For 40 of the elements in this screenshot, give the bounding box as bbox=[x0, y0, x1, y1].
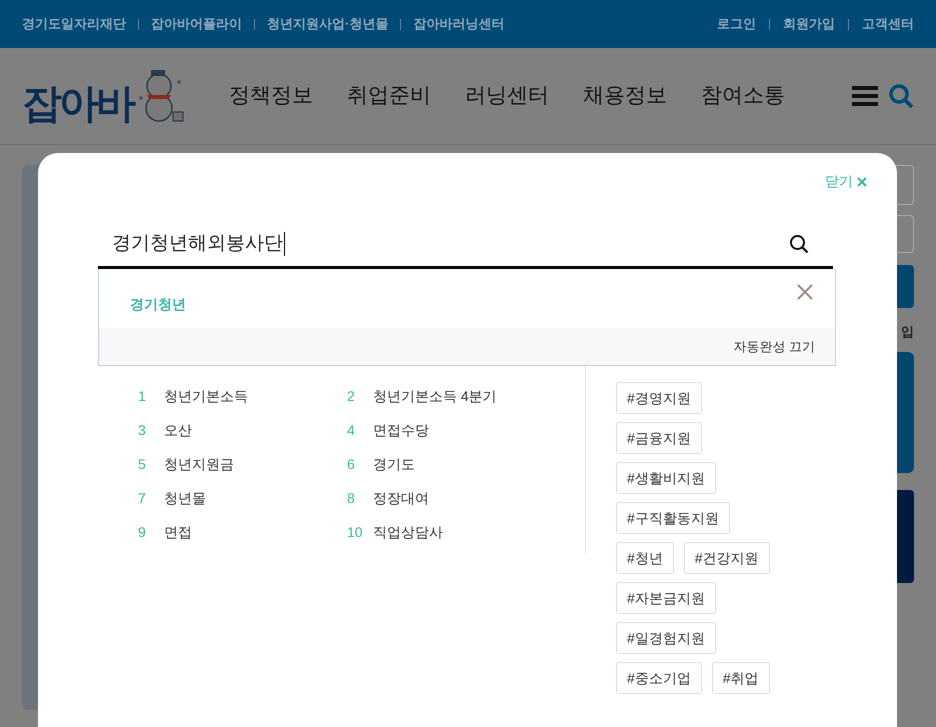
tag-chip[interactable]: #일경험지원 bbox=[616, 622, 716, 654]
tag-chip[interactable]: #생활비지원 bbox=[616, 462, 716, 494]
close-icon[interactable] bbox=[857, 176, 867, 186]
popular-search-item[interactable]: 2 청년기본소득 4분기 bbox=[347, 386, 556, 406]
tag-chip[interactable]: #금융지원 bbox=[616, 422, 702, 454]
tag-chip[interactable]: #건강지원 bbox=[684, 542, 770, 574]
popular-search-item[interactable]: 6 경기도 bbox=[347, 454, 556, 474]
top-link[interactable]: 경기도일자리재단 bbox=[22, 14, 126, 34]
logo[interactable]: 잡아바 bbox=[22, 84, 133, 124]
popular-search-item[interactable]: 5 청년지원금 bbox=[138, 454, 347, 474]
tag-chip[interactable]: #경영지원 bbox=[616, 382, 702, 414]
tag-chip[interactable]: #자본금지원 bbox=[616, 582, 716, 614]
autocomplete-off-button[interactable]: 자동완성 끄기 bbox=[733, 336, 815, 356]
tag-chip[interactable]: #청년 bbox=[616, 542, 674, 574]
popular-search-item[interactable]: 1 청년기본소득 bbox=[138, 386, 347, 406]
tag-chip[interactable]: #중소기업 bbox=[616, 662, 702, 694]
top-link[interactable]: 로그인 bbox=[717, 14, 756, 34]
nav-link[interactable]: 참여소통 bbox=[701, 80, 785, 112]
tag-chip[interactable]: #구직활동지원 bbox=[616, 502, 730, 534]
partial-label: 입 bbox=[901, 323, 914, 341]
tag-chip[interactable]: #취업 bbox=[712, 662, 770, 694]
popular-search-item[interactable]: 9 면접 bbox=[138, 522, 347, 542]
top-link[interactable]: 청년지원사업·청년몰 bbox=[267, 14, 388, 34]
nav-link[interactable]: 러닝센터 bbox=[465, 80, 549, 112]
search-field[interactable]: 경기청년해외봉사단 bbox=[98, 232, 833, 269]
menu-icon[interactable] bbox=[852, 85, 878, 107]
close-icon[interactable] bbox=[797, 284, 813, 300]
popular-search-item[interactable]: 10 직업상담사 bbox=[347, 522, 556, 542]
top-link[interactable]: 고객센터 bbox=[862, 14, 914, 34]
search-icon[interactable] bbox=[789, 234, 809, 254]
nav-link[interactable]: 취업준비 bbox=[347, 80, 431, 112]
popular-search-item[interactable]: 3 오산 bbox=[138, 420, 347, 440]
top-link[interactable]: 회원가입 bbox=[783, 14, 835, 34]
top-link[interactable]: 잡아바러닝센터 bbox=[413, 14, 504, 34]
popular-search-item[interactable]: 8 정장대여 bbox=[347, 488, 556, 508]
nav-link[interactable]: 정책정보 bbox=[229, 80, 313, 112]
popular-search-item[interactable]: 7 청년몰 bbox=[138, 488, 347, 508]
top-link[interactable]: 잡아바어플라이 bbox=[151, 14, 242, 34]
nav-link[interactable]: 채용정보 bbox=[583, 80, 667, 112]
popular-search-item[interactable]: 4 면접수당 bbox=[347, 420, 556, 440]
